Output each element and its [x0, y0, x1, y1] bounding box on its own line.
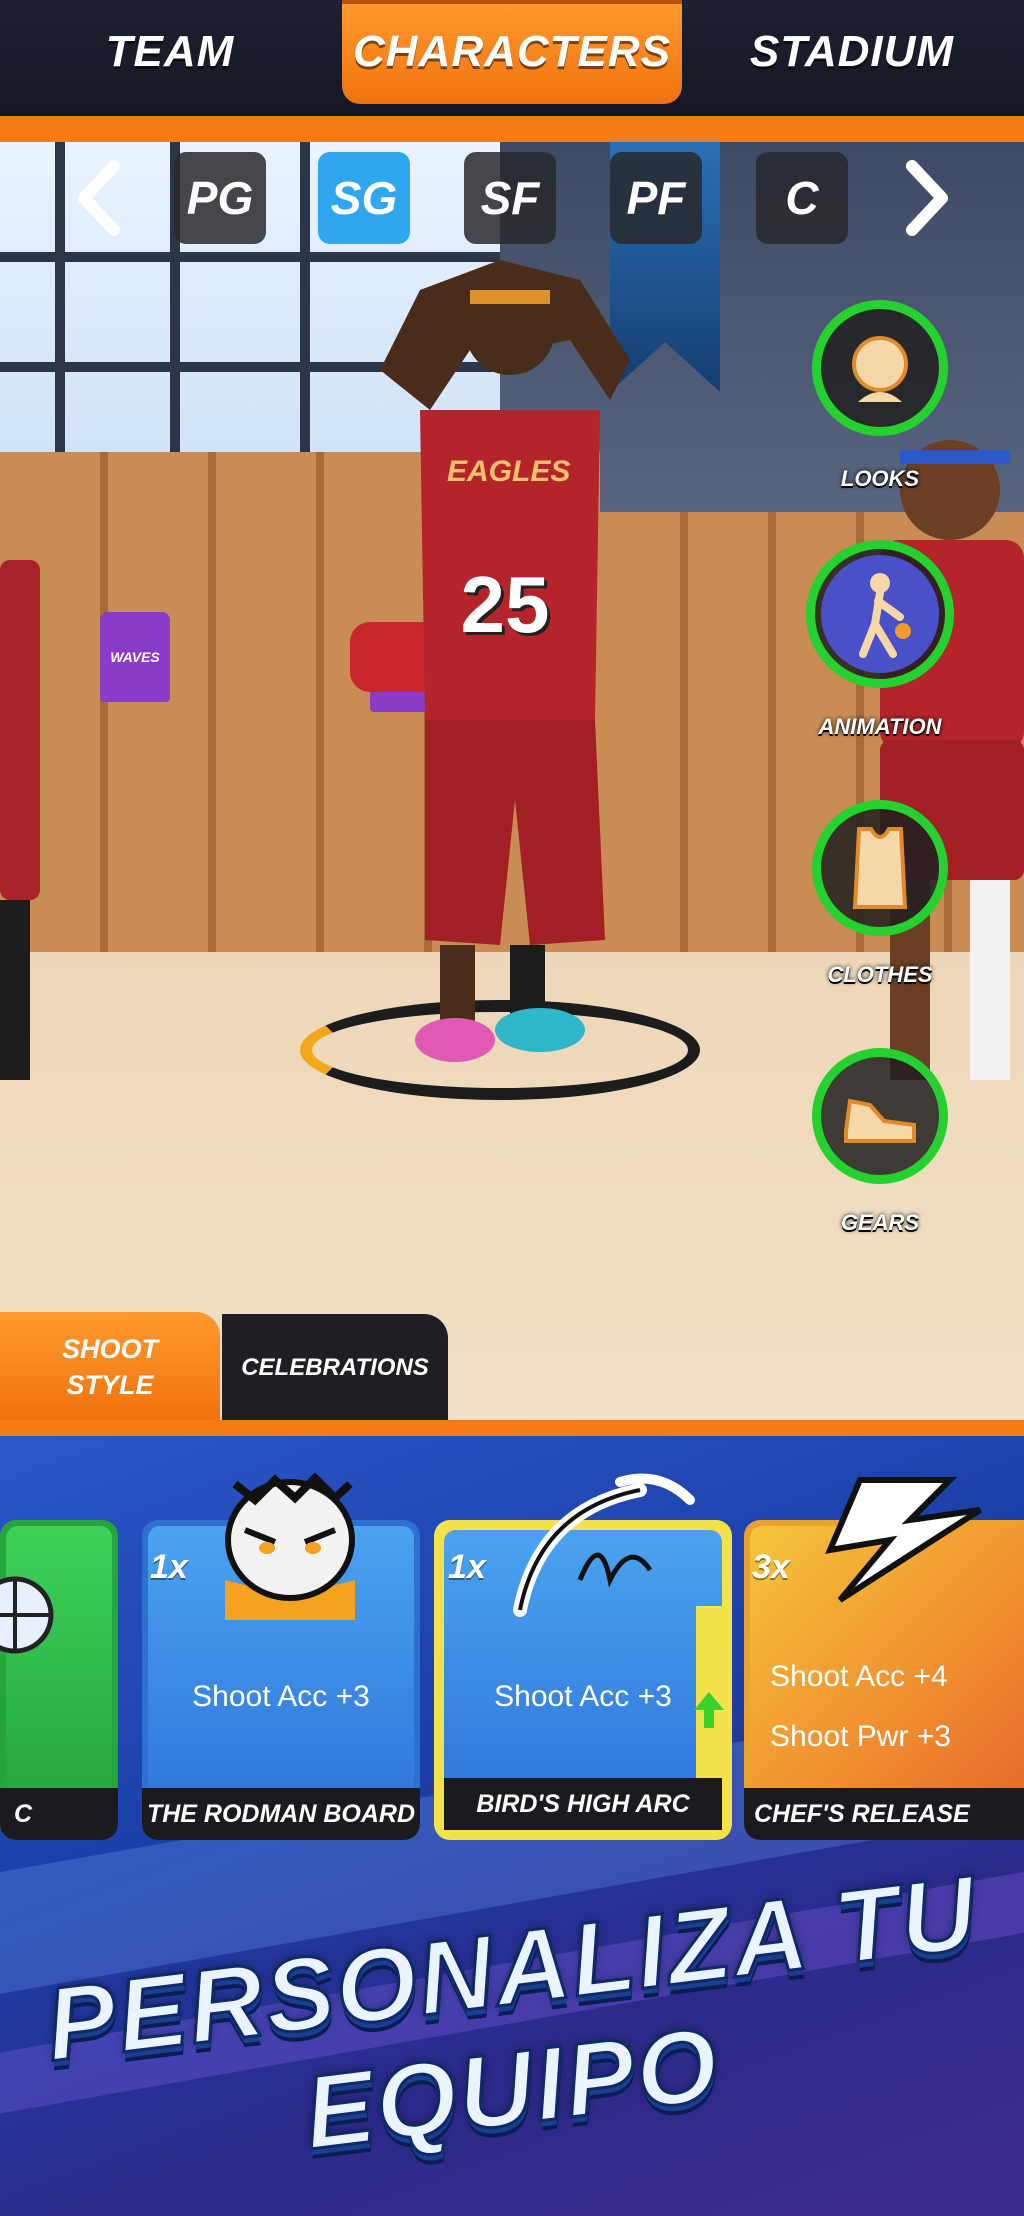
animation-button[interactable]: [806, 540, 954, 688]
card-stat: Shoot Acc +4: [770, 1660, 948, 1693]
next-position-button[interactable]: [892, 152, 962, 244]
hanging-jersey: WAVES: [100, 612, 170, 702]
position-pg[interactable]: PG: [174, 152, 266, 244]
shoot-style-card[interactable]: C: [0, 1520, 118, 1840]
position-c[interactable]: C: [756, 152, 848, 244]
side-player-left: [0, 560, 50, 1080]
chevron-right-icon: [906, 160, 948, 236]
tab-shoot-style-label: SHOOT STYLE: [61, 1334, 158, 1400]
basketball-icon: [0, 1576, 54, 1654]
looks-label: LOOKS: [840, 466, 920, 491]
jersey-team-name: EAGLES: [447, 455, 571, 488]
promo-banner: PERSONALIZA TU EQUIPO: [0, 1850, 1024, 2216]
head-icon: [852, 336, 908, 402]
clothes-label: CLOTHES: [827, 962, 933, 987]
tab-stadium[interactable]: STADIUM: [712, 0, 992, 104]
card-name: THE RODMAN BOARD: [142, 1788, 420, 1840]
card-quantity: 3x: [752, 1548, 790, 1586]
card-stat: Shoot Acc +3: [192, 1680, 370, 1713]
upgrade-arrow-icon: [694, 1692, 724, 1728]
dribble-icon: [859, 573, 911, 658]
card-name: C: [0, 1788, 118, 1840]
lightning-logo-icon: [825, 1477, 982, 1603]
rodman-avatar-icon: [225, 1472, 355, 1620]
card-quantity: 1x: [150, 1548, 188, 1586]
player-model[interactable]: [380, 200, 640, 1100]
card-stat: Shoot Acc +3: [494, 1680, 672, 1713]
card-stat: Shoot Pwr +3: [770, 1720, 951, 1753]
jersey-number: 25: [460, 560, 550, 649]
position-sf[interactable]: SF: [464, 152, 556, 244]
chevron-left-icon: [78, 160, 120, 236]
position-sg[interactable]: SG: [318, 152, 410, 244]
orange-divider: [0, 116, 1024, 142]
high-arc-logo-icon: [513, 1473, 695, 1617]
sneaker-icon: [844, 1098, 916, 1143]
clothes-button[interactable]: [812, 800, 948, 936]
card-name: CHEF'S RELEASE: [744, 1788, 1024, 1840]
side-player-right: [860, 420, 1024, 1100]
gears-button[interactable]: [812, 1048, 948, 1184]
card-quantity: 1x: [448, 1548, 486, 1586]
prev-position-button[interactable]: [64, 152, 134, 244]
orange-divider: [0, 1420, 1024, 1436]
tab-characters[interactable]: CHARACTERS: [342, 0, 682, 104]
tab-team[interactable]: TEAM: [30, 0, 310, 104]
gears-label: GEARS: [840, 1210, 920, 1235]
looks-button[interactable]: [812, 300, 948, 436]
tab-celebrations[interactable]: CELEBRATIONS: [222, 1314, 448, 1422]
jersey-icon: [852, 827, 908, 909]
position-pf[interactable]: PF: [610, 152, 702, 244]
card-name: BIRD'S HIGH ARC: [444, 1778, 722, 1830]
animation-label: ANIMATION: [818, 714, 942, 739]
tab-shoot-style[interactable]: SHOOT STYLE: [0, 1312, 220, 1422]
